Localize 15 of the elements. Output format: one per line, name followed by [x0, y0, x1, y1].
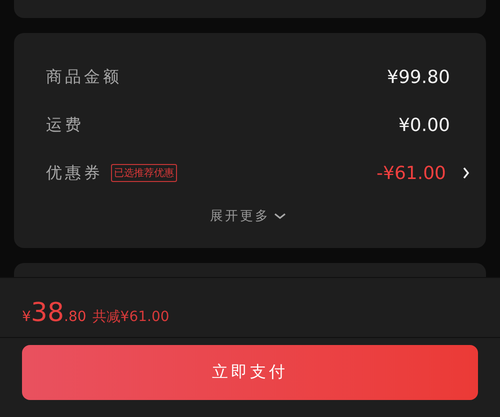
coupon-tag: 已选推荐优惠 — [111, 164, 177, 182]
row-value: -¥61.00 — [376, 162, 446, 184]
total-decimal: .80 — [64, 309, 86, 325]
expand-more-button[interactable]: 展开更多 — [210, 207, 286, 225]
total-saving: 共减¥61.00 — [92, 308, 170, 326]
row-label: 商品金额 — [46, 66, 122, 88]
total-integer: 38 — [30, 298, 64, 328]
currency-symbol: ¥ — [22, 309, 31, 325]
row-value: ¥99.80 — [387, 66, 450, 88]
chevron-down-icon — [274, 212, 286, 220]
pay-now-button[interactable]: 立即支付 — [22, 345, 478, 400]
chevron-right-icon[interactable] — [462, 167, 470, 179]
row-value: ¥0.00 — [398, 114, 450, 136]
row-label: 优惠券 — [46, 162, 103, 184]
row-label: 运费 — [46, 114, 84, 136]
